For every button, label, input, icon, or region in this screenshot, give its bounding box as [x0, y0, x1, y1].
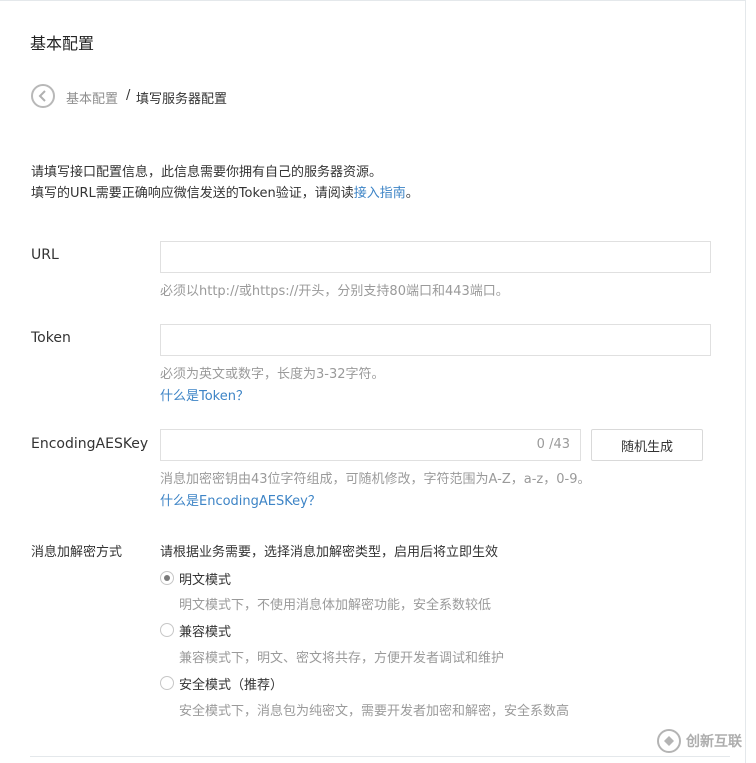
intro-line-2-text: 填写的URL需要正确响应微信发送的Token验证，请阅读	[31, 186, 354, 201]
encryption-mode-description: 请根据业务需要，选择消息加解密类型，启用后将立即生效	[160, 545, 499, 560]
bottom-divider	[30, 756, 730, 757]
url-label: URL	[31, 247, 59, 263]
watermark: 创新互联	[656, 718, 756, 763]
random-generate-button[interactable]: 随机生成	[591, 429, 703, 461]
back-button[interactable]	[31, 84, 55, 108]
aes-key-label: EncodingAESKey	[31, 436, 149, 452]
breadcrumb-current: 填写服务器配置	[136, 92, 228, 107]
radio-compat-mode[interactable]	[160, 623, 174, 637]
radio-label-plain-mode[interactable]: 明文模式	[179, 569, 231, 588]
encryption-mode-label: 消息加解密方式	[31, 545, 123, 560]
aes-key-input[interactable]	[161, 430, 521, 460]
breadcrumb-separator: /	[126, 88, 131, 103]
intro-line-2-suffix: 。	[405, 186, 419, 201]
token-label: Token	[31, 330, 71, 346]
access-guide-link[interactable]: 接入指南	[354, 186, 406, 201]
radio-label-safe-mode[interactable]: 安全模式（推荐）	[179, 674, 283, 693]
page-title: 基本配置	[30, 34, 95, 53]
radio-label-compat-mode[interactable]: 兼容模式	[179, 621, 231, 640]
intro-line-2: 填写的URL需要正确响应微信发送的Token验证，请阅读接入指南。	[31, 182, 419, 201]
chevron-left-icon	[38, 90, 46, 102]
radio-plain-mode[interactable]	[160, 571, 174, 585]
aes-key-hint: 消息加密密钥由43位字符组成，可随机修改，字符范围为A-Z，a-z，0-9。	[160, 472, 591, 487]
compat-mode-desc: 兼容模式下，明文、密文将共存，方便开发者调试和维护	[179, 651, 505, 666]
breadcrumb-parent[interactable]: 基本配置	[66, 88, 118, 107]
logo-icon	[657, 728, 681, 753]
safe-mode-desc: 安全模式下，消息包为纯密文，需要开发者加密和解密，安全系数高	[179, 704, 570, 719]
aes-key-counter: 0 /43	[536, 437, 570, 452]
radio-safe-mode[interactable]	[160, 676, 174, 690]
plain-mode-desc: 明文模式下，不使用消息体加解密功能，安全系数较低	[179, 598, 492, 613]
aes-key-field: 0 /43	[160, 429, 581, 461]
what-is-token-link[interactable]: 什么是Token？	[160, 385, 249, 404]
intro-line-1: 请填写接口配置信息，此信息需要你拥有自己的服务器资源。	[31, 165, 383, 180]
token-hint: 必须为英文或数字，长度为3-32字符。	[160, 367, 385, 382]
url-input[interactable]	[160, 241, 711, 273]
url-hint: 必须以http://或https://开头，分别支持80端口和443端口。	[160, 284, 509, 299]
watermark-text: 创新互联	[686, 733, 742, 750]
what-is-aes-key-link[interactable]: 什么是EncodingAESKey？	[160, 490, 321, 509]
token-input[interactable]	[160, 324, 711, 356]
